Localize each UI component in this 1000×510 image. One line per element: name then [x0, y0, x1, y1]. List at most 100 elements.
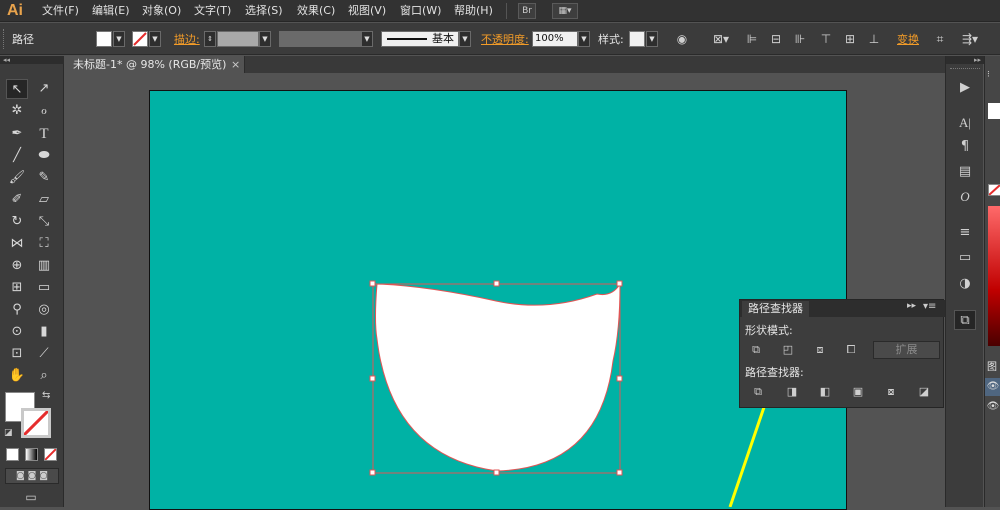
opentype-icon[interactable]: O	[954, 187, 976, 207]
eraser-tool-icon[interactable]: ▱	[33, 190, 55, 210]
align-center-v-icon[interactable]: ⊞	[841, 30, 859, 48]
blend-tool-icon[interactable]: ◎	[33, 300, 55, 320]
pen-tool-icon[interactable]: ✒	[6, 124, 28, 144]
selection-tool-icon[interactable]: ↖	[6, 79, 28, 99]
lasso-tool-icon[interactable]: ℴ	[33, 101, 55, 121]
menu-select[interactable]: 选择(S)	[243, 0, 285, 22]
tools-panel-collapse-icon[interactable]: ◂◂	[0, 56, 64, 64]
align-to-dropdown-icon[interactable]: ⊠▾	[709, 30, 733, 48]
stroke-label[interactable]: 描边:	[174, 31, 200, 47]
menu-effect[interactable]: 效果(C)	[295, 0, 337, 22]
graphic-style-swatch[interactable]	[629, 31, 645, 47]
none-swatch[interactable]	[988, 184, 1000, 196]
menu-help[interactable]: 帮助(H)	[452, 0, 495, 22]
stroke-color-box[interactable]	[21, 408, 51, 438]
artboard-tool-icon[interactable]: ⊡	[6, 344, 28, 364]
gradient-mode-icon[interactable]	[25, 448, 38, 461]
stroke-dropdown[interactable]: ▼	[149, 31, 161, 47]
align-center-h-icon[interactable]: ⊟	[767, 30, 785, 48]
fill-swatch-small[interactable]	[988, 103, 1000, 119]
align-panel-icon[interactable]: ▤	[954, 162, 976, 182]
align-left-icon[interactable]: ⊫	[743, 30, 761, 48]
eyedropper-tool-icon[interactable]: ⚲	[6, 300, 28, 320]
panel-menu-icon[interactable]: ⇶▾	[958, 30, 982, 48]
perspective-grid-tool-icon[interactable]: ▥	[33, 256, 55, 276]
visibility-eye-icon[interactable]: 👁	[985, 398, 1000, 416]
minus-front-icon[interactable]: ◰	[778, 341, 798, 359]
recolor-artwork-icon[interactable]: ◉	[673, 30, 691, 48]
stroke-weight-stepper[interactable]: ⇕	[204, 31, 216, 47]
character-icon[interactable]: A|	[954, 113, 976, 133]
collapse-panel-icon[interactable]: ▸▸	[907, 301, 916, 311]
graphic-style-dropdown[interactable]: ▼	[646, 31, 658, 47]
variable-width-dropdown[interactable]: ▼	[361, 31, 373, 47]
color-spectrum-bar[interactable]	[988, 206, 1000, 346]
bridge-button[interactable]: Br	[518, 3, 536, 19]
menu-edit[interactable]: 编辑(E)	[90, 0, 132, 22]
color-mode-icon[interactable]	[6, 448, 19, 461]
stroke-weight-field[interactable]	[217, 31, 259, 47]
menu-view[interactable]: 视图(V)	[346, 0, 388, 22]
mesh-tool-icon[interactable]: ⊞	[6, 278, 28, 298]
swap-fill-stroke-icon[interactable]: ⇆	[42, 390, 50, 401]
pathfinder-panel-icon[interactable]: ⧉	[954, 310, 976, 330]
canvas-area[interactable]	[65, 73, 945, 510]
zoom-tool-icon[interactable]: ⌕	[33, 366, 55, 386]
slice-tool-icon[interactable]: ⟋	[33, 344, 55, 364]
paintbrush-tool-icon[interactable]: 🖌	[6, 168, 28, 188]
magic-wand-tool-icon[interactable]: ✲	[6, 101, 28, 121]
opacity-dropdown[interactable]: ▼	[578, 31, 590, 47]
none-mode-icon[interactable]	[44, 448, 57, 461]
menu-object[interactable]: 对象(O)	[140, 0, 183, 22]
gradient-tool-icon[interactable]: ▭	[33, 278, 55, 298]
paragraph-icon[interactable]: ¶	[954, 137, 976, 157]
hand-tool-icon[interactable]: ✋	[6, 366, 28, 386]
fill-swatch[interactable]	[96, 31, 112, 47]
panel-menu-icon[interactable]: ▾≡	[923, 301, 936, 312]
minus-back-icon[interactable]: ◪	[914, 383, 934, 401]
brush-profile-field[interactable]: 基本	[381, 31, 459, 47]
exclude-icon[interactable]: ⧠	[841, 341, 861, 359]
draw-mode-icons[interactable]: ◙ ◙ ◙	[5, 468, 59, 484]
opacity-label[interactable]: 不透明度:	[481, 31, 529, 47]
align-top-icon[interactable]: ⊤	[817, 30, 835, 48]
direct-selection-tool-icon[interactable]: ↗	[33, 79, 55, 99]
dock-collapse-icon[interactable]: ▸▸	[946, 56, 984, 64]
outline-icon[interactable]: ⧇	[881, 383, 901, 401]
isolate-icon[interactable]: ⌗	[931, 30, 949, 48]
gradient-panel-icon[interactable]: ▭	[954, 248, 976, 268]
document-tab[interactable]: 未标题-1* @ 98% (RGB/预览) ×	[65, 56, 245, 73]
actions-icon[interactable]: ▶	[954, 78, 976, 98]
pathfinder-tab[interactable]: 路径查找器	[742, 301, 809, 317]
menu-window[interactable]: 窗口(W)	[398, 0, 443, 22]
menu-type[interactable]: 文字(T)	[192, 0, 233, 22]
stroke-panel-icon[interactable]: ≡	[954, 223, 976, 243]
divide-icon[interactable]: ⧉	[748, 383, 768, 401]
type-tool-icon[interactable]: T	[33, 124, 55, 144]
stroke-swatch[interactable]	[132, 31, 148, 47]
unite-icon[interactable]: ⧉	[746, 341, 766, 359]
default-colors-icon[interactable]: ◪	[4, 428, 13, 438]
expand-button[interactable]: 扩展	[873, 341, 940, 359]
ellipse-tool-icon[interactable]: ⬬	[33, 146, 55, 166]
free-transform-tool-icon[interactable]: ⛶	[33, 234, 55, 254]
align-bottom-icon[interactable]: ⊥	[865, 30, 883, 48]
menu-file[interactable]: 文件(F)	[40, 0, 81, 22]
width-tool-icon[interactable]: ⋈	[6, 234, 28, 254]
align-right-icon[interactable]: ⊪	[791, 30, 809, 48]
intersect-icon[interactable]: ⧈	[810, 341, 830, 359]
column-graph-tool-icon[interactable]: ▮	[33, 322, 55, 342]
selected-path-shape[interactable]	[375, 282, 621, 472]
scale-tool-icon[interactable]: ⤡	[33, 212, 55, 232]
transform-label[interactable]: 变换	[897, 31, 919, 47]
merge-icon[interactable]: ◧	[815, 383, 835, 401]
pencil-tool-icon[interactable]: ✎	[33, 168, 55, 188]
trim-icon[interactable]: ◨	[782, 383, 802, 401]
rotate-tool-icon[interactable]: ↻	[6, 212, 28, 232]
stroke-weight-dropdown[interactable]: ▼	[259, 31, 271, 47]
blob-brush-tool-icon[interactable]: ✐	[6, 190, 28, 210]
close-icon[interactable]: ×	[231, 56, 240, 73]
screen-mode-icon[interactable]: ▭	[20, 490, 42, 504]
opacity-field[interactable]: 100%	[532, 31, 578, 47]
fill-dropdown[interactable]: ▼	[113, 31, 125, 47]
